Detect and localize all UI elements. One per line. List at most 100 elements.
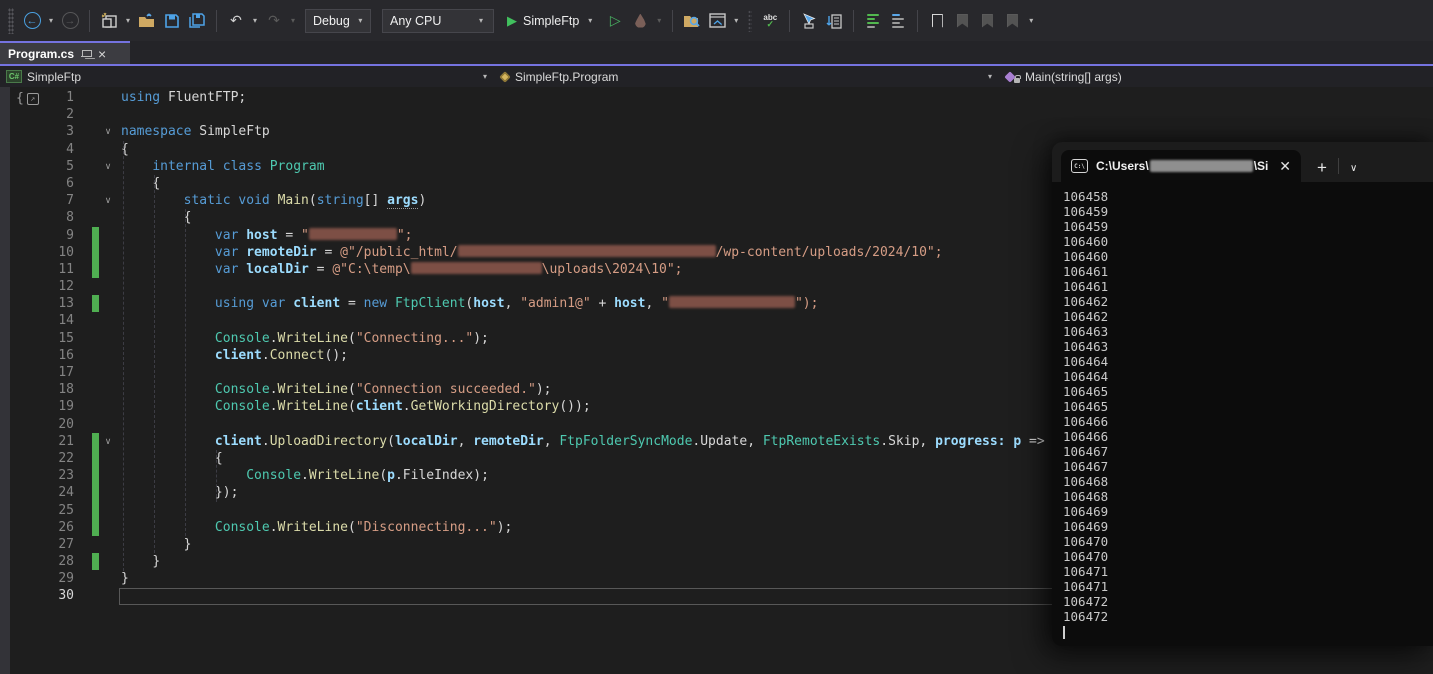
- clear-bookmarks-icon: [1001, 9, 1023, 33]
- terminal-output[interactable]: 1064581064591064591064601064601064611064…: [1052, 182, 1433, 639]
- code-line[interactable]: 2: [0, 106, 1433, 123]
- navigate-back-dropdown[interactable]: ▾: [46, 16, 56, 25]
- tab-dropdown-button[interactable]: ∨: [1350, 163, 1357, 174]
- code-line[interactable]: 1 using FluentFTP;: [0, 89, 1433, 106]
- line-number: 19: [36, 398, 74, 415]
- terminal-line: 106461: [1063, 279, 1433, 294]
- lock-icon: [1014, 78, 1020, 83]
- toolbar-separator: [917, 10, 918, 32]
- previous-bookmark-icon: [951, 9, 973, 33]
- toolbar-separator: [853, 10, 854, 32]
- undo-icon[interactable]: ↶: [225, 9, 247, 33]
- format-document-icon[interactable]: [823, 9, 845, 33]
- terminal-line: 106469: [1063, 519, 1433, 534]
- solution-platform-select[interactable]: Any CPU ▾: [382, 9, 494, 33]
- redo-icon[interactable]: ↷: [263, 9, 285, 33]
- line-number: 8: [36, 209, 74, 226]
- csharp-project-icon: C#: [6, 70, 22, 83]
- window-dropdown[interactable]: ▾: [731, 16, 741, 25]
- terminal-line: 106467: [1063, 444, 1433, 459]
- line-number: 25: [36, 502, 74, 519]
- fold-chevron-icon[interactable]: ∨: [100, 158, 116, 175]
- terminal-line: 106471: [1063, 564, 1433, 579]
- chevron-down-icon: ▾: [985, 72, 995, 81]
- line-number: 1: [36, 89, 74, 106]
- save-all-icon[interactable]: [186, 9, 208, 33]
- start-debugging-button[interactable]: ▶ SimpleFtp ▾: [501, 8, 601, 34]
- change-bar: [92, 227, 99, 244]
- toolbar-separator: [789, 10, 790, 32]
- pin-icon[interactable]: [81, 48, 91, 60]
- code-line[interactable]: 3∨namespace SimpleFtp: [0, 123, 1433, 140]
- find-in-files-icon[interactable]: [681, 9, 703, 33]
- toolbar-overflow-dropdown[interactable]: ▾: [1026, 16, 1036, 25]
- line-number: 2: [36, 106, 74, 123]
- fold-chevron-icon[interactable]: ∨: [100, 123, 116, 140]
- selection-mode-icon[interactable]: [798, 9, 820, 33]
- decrease-indent-icon[interactable]: [862, 9, 884, 33]
- save-icon[interactable]: [161, 9, 183, 33]
- terminal-line: 106459: [1063, 204, 1433, 219]
- hot-reload-icon[interactable]: [629, 9, 651, 33]
- toolbar-grip[interactable]: [8, 8, 14, 34]
- terminal-line: 106471: [1063, 579, 1433, 594]
- redacted-text: [309, 228, 397, 240]
- chevron-down-icon: ▾: [358, 16, 363, 25]
- line-number: 11: [36, 261, 74, 278]
- code-text: {: [121, 209, 191, 226]
- tab-program-cs[interactable]: Program.cs ×: [0, 41, 130, 64]
- command-prompt-icon: C:\: [1071, 159, 1088, 173]
- terminal-line: 106466: [1063, 414, 1433, 429]
- line-number: 21: [36, 433, 74, 450]
- spell-check-icon[interactable]: abc✓: [759, 9, 781, 33]
- indent-guide: [185, 209, 186, 536]
- code-navigation-bar: C# SimpleFtp ▾ SimpleFtp.Program ▾ Main(…: [0, 66, 1433, 87]
- terminal-window[interactable]: C:\ C:\Users\\Si ✕ + ∨ 10645810645910645…: [1052, 142, 1433, 646]
- member-dropdown[interactable]: Main(string[] args): [1005, 66, 1122, 87]
- new-project-icon[interactable]: [98, 9, 120, 33]
- toolbar-separator: [748, 10, 752, 32]
- terminal-tab[interactable]: C:\ C:\Users\\Si ✕: [1061, 150, 1301, 182]
- terminal-line: 106472: [1063, 609, 1433, 624]
- terminal-title-bar[interactable]: C:\ C:\Users\\Si ✕ + ∨: [1052, 142, 1433, 182]
- new-project-dropdown[interactable]: ▾: [123, 16, 133, 25]
- terminal-line: 106463: [1063, 339, 1433, 354]
- type-name: SimpleFtp.Program: [515, 70, 618, 84]
- line-number: 9: [36, 227, 74, 244]
- new-tab-button[interactable]: +: [1317, 159, 1327, 176]
- start-without-debugging-button[interactable]: ▷: [604, 9, 626, 33]
- tab-title: Program.cs: [8, 47, 74, 61]
- line-number: 27: [36, 536, 74, 553]
- fold-chevron-icon[interactable]: ∨: [100, 433, 116, 450]
- terminal-line: 106463: [1063, 324, 1433, 339]
- code-text: }: [121, 536, 191, 553]
- increase-indent-icon[interactable]: [887, 9, 909, 33]
- navigate-back-button[interactable]: ←: [21, 9, 43, 33]
- terminal-line: 106462: [1063, 294, 1433, 309]
- solution-configuration-select[interactable]: Debug ▾: [305, 9, 371, 33]
- code-text: using FluentFTP;: [121, 89, 246, 106]
- close-icon[interactable]: ✕: [1279, 158, 1291, 175]
- next-bookmark-icon: [976, 9, 998, 33]
- code-text: var localDir = @"C:\temp\\uploads\2024\1…: [121, 261, 683, 278]
- close-icon[interactable]: ×: [98, 48, 106, 60]
- redo-dropdown: ▾: [288, 16, 298, 25]
- open-folder-icon[interactable]: [136, 9, 158, 33]
- fold-chevron-icon[interactable]: ∨: [100, 192, 116, 209]
- line-number: 6: [36, 175, 74, 192]
- navigate-forward-button[interactable]: →: [59, 9, 81, 33]
- line-number: 3: [36, 123, 74, 140]
- terminal-line: 106467: [1063, 459, 1433, 474]
- line-number: 18: [36, 381, 74, 398]
- terminal-cursor: [1063, 626, 1065, 639]
- undo-dropdown[interactable]: ▾: [250, 16, 260, 25]
- new-window-home-icon[interactable]: [706, 9, 728, 33]
- toggle-bookmark-icon[interactable]: [926, 9, 948, 33]
- terminal-line: 106472: [1063, 594, 1433, 609]
- terminal-line: 106466: [1063, 429, 1433, 444]
- type-dropdown[interactable]: SimpleFtp.Program ▾: [500, 66, 1005, 87]
- code-text: Console.WriteLine(client.GetWorkingDirec…: [121, 398, 591, 415]
- line-number: 26: [36, 519, 74, 536]
- project-dropdown[interactable]: C# SimpleFtp ▾: [0, 66, 500, 87]
- toolbar-separator: [216, 10, 217, 32]
